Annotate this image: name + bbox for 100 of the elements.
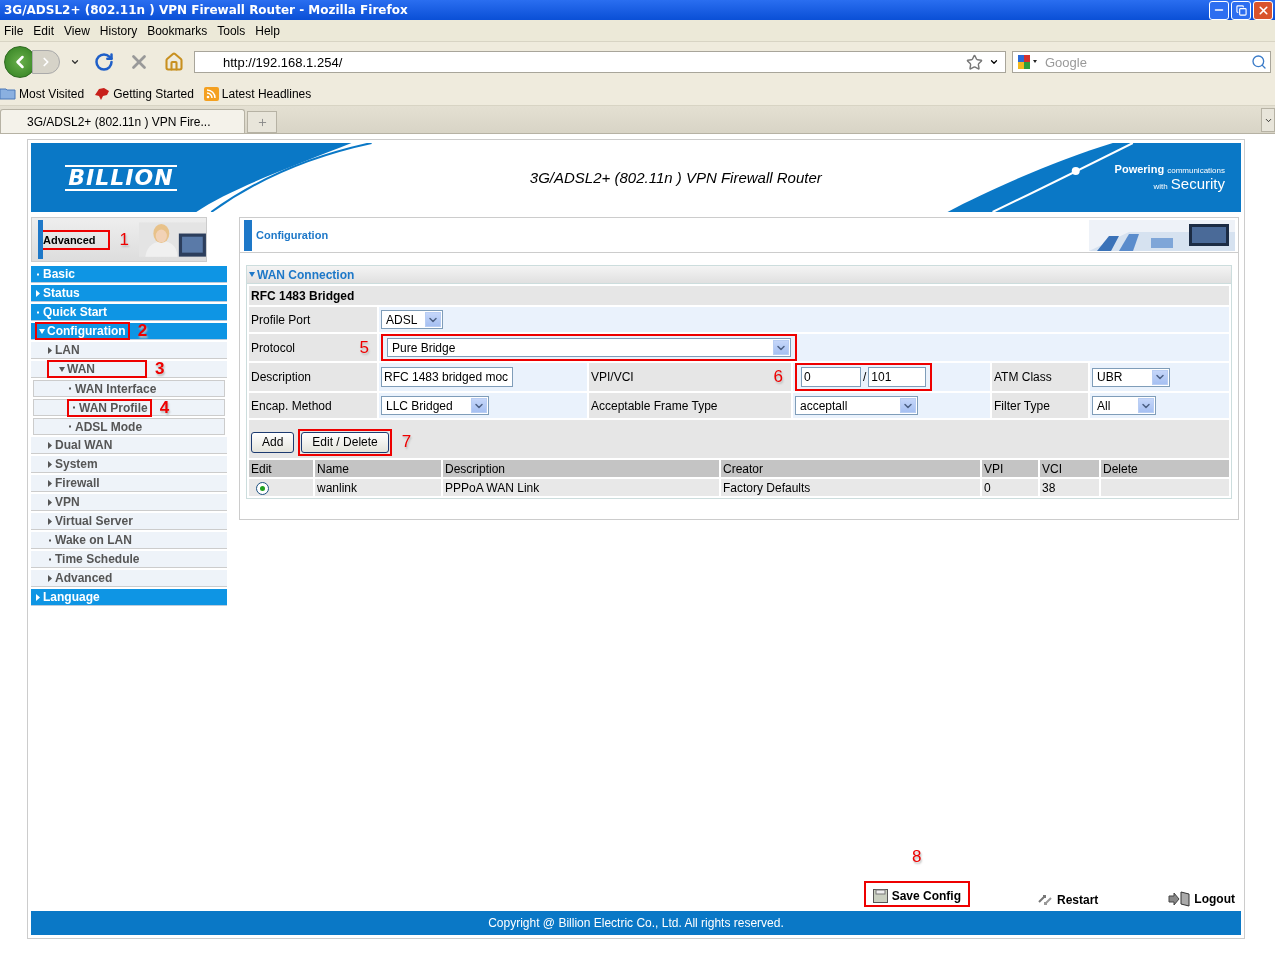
animal-head-icon [94,86,111,101]
accent-bar [38,220,43,259]
text-field[interactable]: 0 [801,367,861,387]
menu-item[interactable]: Help [253,23,286,38]
close-button[interactable] [1253,0,1273,20]
menu-item[interactable]: Bookmarks [145,23,214,38]
bookmark-link[interactable]: Getting Started [94,86,198,101]
nav-menu-item[interactable]: WAN Interface [33,380,225,397]
callout-number: 2 [136,321,149,341]
column-header: VCI [1040,460,1099,477]
text-field[interactable]: RFC 1483 bridged moc [381,367,513,387]
plus-icon [256,116,268,128]
callout-number: 8 [911,847,923,867]
chevron-down-icon [900,398,916,413]
action-button[interactable]: Add [251,431,295,453]
dropdown[interactable]: ADSL [381,310,443,329]
dropdown[interactable]: All [1092,396,1156,415]
menu-item[interactable]: File [2,23,30,38]
chevron-down-icon [1138,398,1154,413]
window-title: 3G/ADSL2+ (802.11n ) VPN Firewall Router - Mozilla Firefox [4,3,409,17]
callout-number: 4 [158,397,171,418]
radio-button[interactable] [256,481,269,495]
form-title: RFC 1483 Bridged [249,286,1229,305]
nav-menu-item[interactable]: Wake on LAN [31,532,227,549]
browser-tab[interactable]: 3G/ADSL2+ (802.11n ) VPN Fire... [0,109,245,133]
caret-down-icon[interactable] [989,57,999,67]
copyright-text: Copyright @ Billion Electric Co., Ltd. All rights reserved. [488,916,784,930]
nav-menu-item[interactable]: VPN [31,494,227,511]
chevron-down-icon [425,312,441,327]
search-engine-icon [1016,54,1038,70]
nav-menu-item[interactable]: Virtual Server [31,513,227,530]
nav-menu-item[interactable]: Time Schedule [31,551,227,568]
callout-number: 3 [154,359,166,379]
chevron-down-icon [1152,369,1168,385]
panel-title: Configuration [256,229,330,241]
exit-door-icon [1168,891,1191,907]
table-cell: PPPoA WAN Link [443,479,719,496]
search-field[interactable]: Google [1012,51,1271,73]
column-header: Edit [249,460,313,477]
table-cell: wanlink [315,479,441,496]
column-header: Description [443,460,719,477]
refresh-arrows-icon [1037,893,1053,907]
text-field[interactable]: 101 [868,367,927,387]
nav-menu-item[interactable]: LAN [31,342,227,359]
caret-down-icon [70,57,80,67]
restore-icon [1235,4,1247,16]
page-title: 3G/ADSL2+ (802.11n ) VPN Firewall Router [528,169,823,186]
minimize-button[interactable] [1209,0,1229,20]
highlight-frame: WAN Profile [67,398,152,417]
nav-menu-item[interactable]: System [31,456,227,473]
callout-number: 1 [118,229,131,250]
restore-button[interactable] [1231,0,1251,20]
logout-link[interactable]: Logout [1165,891,1238,907]
search-icon[interactable] [1251,54,1267,70]
column-header: Delete [1101,460,1229,477]
action-button[interactable]: Edit / Delete [301,431,389,453]
nav-menu-item[interactable]: Dual WAN [31,437,227,454]
column-header: VPI [982,460,1038,477]
table-cell: 38 [1040,479,1099,496]
reload-icon [94,52,114,72]
dropdown[interactable]: UBR [1092,367,1170,387]
separator-text: / [863,370,867,384]
home-icon [164,52,184,72]
field-label: VPI/VCI [591,370,634,384]
field-label: Description [251,370,312,384]
field-label: ATM Class [994,370,1052,384]
highlight-frame: WAN [47,360,147,378]
menu-item[interactable]: Tools [215,23,252,38]
menu-item[interactable]: History [97,23,144,38]
address-field[interactable]: http://192.168.1.254/ [194,51,1006,73]
feed-icon [203,86,219,101]
save-config-link[interactable]: Save Config [869,889,964,903]
restart-link[interactable]: Restart [1034,893,1102,907]
brand-logo: BILLION [65,164,177,191]
field-label: Protocol [251,340,296,355]
field-label: Filter Type [994,398,1050,413]
nav-menu-item[interactable]: WAN Profile 4 [33,399,225,416]
bookmark-link[interactable]: Most Visited [0,86,89,101]
nav-menu-item[interactable]: ADSL Mode [33,418,225,435]
dropdown[interactable]: LLC Bridged [381,396,489,415]
callout-number: 6 [772,367,784,387]
menu-item[interactable]: View [62,23,96,38]
dropdown[interactable]: acceptall [795,396,918,415]
close-icon [1256,3,1270,17]
table-cell: 0 [982,479,1038,496]
accent-bar [244,219,252,251]
section-title: WAN Connection [257,267,355,282]
highlight-frame: Configuration [35,322,130,340]
nav-menu-item[interactable]: Firewall [31,475,227,492]
field-label: Acceptable Frame Type [591,398,718,413]
menu-item[interactable]: Edit [31,23,61,38]
dropdown[interactable]: Pure Bridge [387,338,791,357]
nav-menu-item[interactable]: WAN 3 [31,361,227,378]
bookmark-star-icon[interactable] [966,53,983,71]
callout-number: 7 [400,432,413,452]
table-cell: Factory Defaults [721,479,980,496]
nav-menu-item[interactable]: Advanced [31,570,227,587]
bookmark-link[interactable]: Latest Headlines [203,86,316,101]
chevron-down-icon [773,340,789,355]
callout-number: 5 [358,337,370,358]
